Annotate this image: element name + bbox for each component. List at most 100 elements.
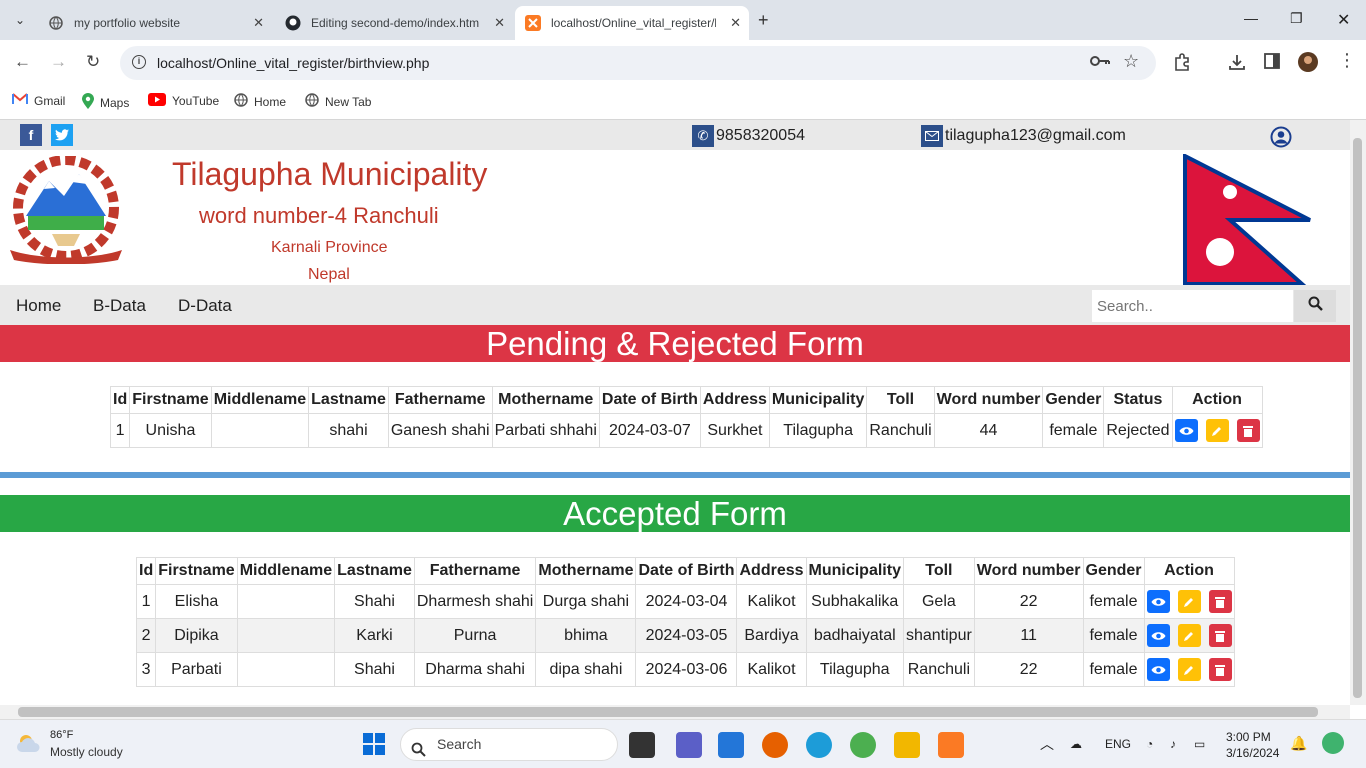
key-icon[interactable]	[1090, 54, 1110, 73]
url-text[interactable]: localhost/Online_vital_register/birthvie…	[157, 55, 429, 71]
view-eye-icon[interactable]	[1146, 624, 1170, 647]
file-explorer-icon[interactable]	[894, 732, 920, 758]
edge-icon[interactable]	[806, 732, 832, 758]
bookmark-new-tab[interactable]: New Tab	[305, 93, 371, 110]
column-header: Municipality	[768, 386, 868, 414]
volume-icon[interactable]: ♪	[1170, 737, 1176, 751]
close-tab-icon[interactable]: ✕	[253, 15, 264, 31]
xampp-icon[interactable]	[938, 732, 964, 758]
edit-pencil-icon[interactable]	[1205, 419, 1229, 442]
battery-icon[interactable]: ▭	[1194, 737, 1205, 751]
chevron-up-icon[interactable]: ︿	[1040, 734, 1054, 754]
main-navbar: Home B-Data D-Data	[0, 285, 1350, 325]
firefox-icon[interactable]	[762, 732, 788, 758]
pending-table: Id Firstname Middlename Lastname Fathern…	[109, 386, 1263, 448]
onedrive-cloud-icon[interactable]: ☁	[1070, 737, 1082, 751]
clock-date[interactable]: 3/16/2024	[1226, 746, 1279, 760]
delete-trash-icon[interactable]	[1236, 419, 1260, 442]
phone-contact: ✆ 9858320054	[692, 125, 805, 147]
tab-github[interactable]: Editing second-demo/index.htm ✕	[275, 6, 513, 40]
cell-fathername: Dharma shahi	[413, 652, 537, 687]
close-tab-icon[interactable]: ✕	[730, 15, 741, 31]
nav-home[interactable]: Home	[16, 296, 61, 316]
profile-avatar[interactable]	[1298, 52, 1318, 77]
forward-button[interactable]: →	[50, 52, 67, 72]
cell-address: Bardiya	[736, 618, 807, 653]
bookmark-home[interactable]: Home	[234, 93, 286, 110]
twitter-icon[interactable]	[51, 124, 73, 146]
edit-pencil-icon[interactable]	[1177, 590, 1201, 613]
user-account-icon[interactable]	[1270, 126, 1292, 153]
close-tab-icon[interactable]: ✕	[494, 15, 505, 31]
wifi-icon[interactable]: ◔	[1146, 737, 1153, 751]
teams-icon[interactable]	[676, 732, 702, 758]
column-header: Middlename	[210, 386, 310, 414]
scrollbar-thumb[interactable]	[1353, 138, 1362, 698]
maximize-button[interactable]: ❐	[1290, 10, 1303, 27]
mail-icon[interactable]	[718, 732, 744, 758]
delete-trash-icon[interactable]	[1208, 590, 1232, 613]
globe-icon	[234, 93, 248, 110]
tab-title: localhost/Online_vital_register/b	[551, 16, 716, 30]
side-panel-icon[interactable]	[1264, 53, 1280, 74]
search-input[interactable]	[1092, 290, 1293, 322]
clock-time[interactable]: 3:00 PM	[1226, 730, 1271, 744]
bookmark-youtube[interactable]: YouTube	[148, 93, 219, 109]
notification-bell-icon[interactable]: 🔔	[1290, 735, 1307, 752]
bookmark-star-icon[interactable]: ☆	[1123, 51, 1139, 72]
nav-b-data[interactable]: B-Data	[93, 296, 146, 316]
new-tab-button[interactable]: +	[758, 10, 769, 31]
delete-trash-icon[interactable]	[1208, 624, 1232, 647]
reload-button[interactable]: ↻	[86, 52, 100, 72]
cell-word-number: 11	[973, 618, 1084, 653]
task-view-icon[interactable]	[629, 732, 655, 758]
cell-lastname: Shahi	[334, 584, 415, 619]
edit-pencil-icon[interactable]	[1177, 624, 1201, 647]
view-eye-icon[interactable]	[1174, 419, 1198, 442]
extensions-icon[interactable]	[1173, 53, 1191, 76]
delete-trash-icon[interactable]	[1208, 658, 1232, 681]
column-header: Middlename	[236, 557, 336, 585]
column-header: Gender	[1082, 557, 1145, 585]
bookmark-gmail[interactable]: Gmail	[12, 93, 65, 108]
column-header: Municipality	[805, 557, 904, 585]
taskbar-search-label: Search	[437, 736, 482, 752]
close-window-button[interactable]: ✕	[1337, 10, 1350, 30]
cell-mothername: Parbati shhahi	[491, 413, 600, 448]
cell-toll: Gela	[902, 584, 975, 619]
cell-firstname: Dipika	[155, 618, 238, 653]
menu-kebab-icon[interactable]: ⋮	[1338, 50, 1356, 71]
tab-portfolio[interactable]: my portfolio website ✕	[38, 6, 272, 40]
bookmark-maps[interactable]: Maps	[82, 93, 129, 112]
facebook-icon[interactable]: f	[20, 124, 42, 146]
scrollbar-thumb[interactable]	[18, 707, 1318, 717]
minimize-button[interactable]: —	[1244, 10, 1258, 26]
language-indicator[interactable]: ENG	[1105, 737, 1131, 751]
back-button[interactable]: ←	[14, 52, 31, 72]
search-icon	[1308, 296, 1323, 316]
email-address: tilagupha123@gmail.com	[945, 127, 1126, 144]
horizontal-scrollbar[interactable]	[0, 705, 1350, 719]
search-button[interactable]	[1294, 290, 1336, 322]
download-icon[interactable]	[1228, 53, 1246, 76]
column-header: Word number	[973, 557, 1084, 585]
view-eye-icon[interactable]	[1146, 658, 1170, 681]
vertical-scrollbar[interactable]	[1350, 120, 1366, 705]
chrome-icon[interactable]	[850, 732, 876, 758]
cell-middlename	[236, 584, 336, 619]
weather-description: Mostly cloudy	[50, 745, 123, 759]
nav-d-data[interactable]: D-Data	[178, 296, 232, 316]
edit-pencil-icon[interactable]	[1177, 658, 1201, 681]
cell-middlename	[210, 413, 310, 448]
cell-actions	[1143, 652, 1235, 687]
tab-localhost[interactable]: localhost/Online_vital_register/b ✕	[515, 6, 749, 40]
taskbar-search[interactable]: Search	[400, 728, 618, 761]
omnibox[interactable]: i localhost/Online_vital_register/birthv…	[120, 46, 1156, 80]
copilot-icon[interactable]	[1322, 732, 1344, 754]
tab-search-button[interactable]: ⌄	[8, 8, 32, 32]
windows-start-icon[interactable]	[362, 732, 388, 758]
view-eye-icon[interactable]	[1146, 590, 1170, 613]
site-info-icon[interactable]: i	[132, 55, 146, 69]
weather-cloud-icon[interactable]	[16, 732, 44, 759]
column-header: Address	[699, 386, 770, 414]
